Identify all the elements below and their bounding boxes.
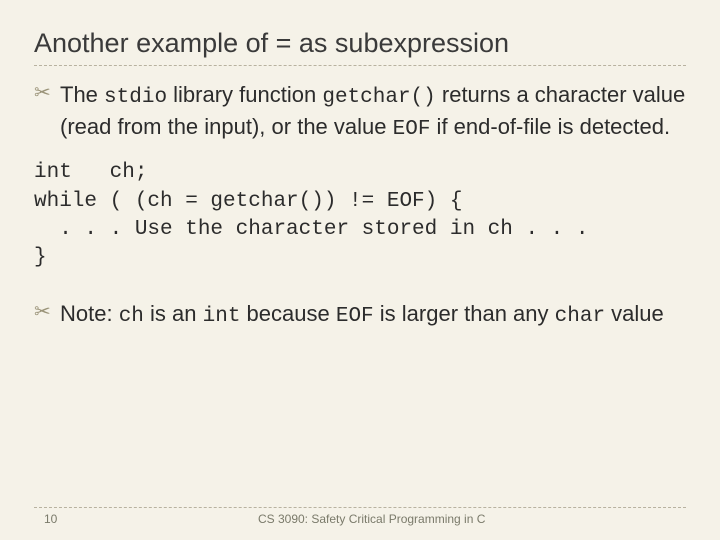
footer-text: CS 3090: Safety Critical Programming in … — [57, 512, 686, 526]
text-run: library function — [167, 82, 322, 107]
code-run: stdio — [104, 86, 167, 109]
slide-content: ✂ The stdio library function getchar() r… — [34, 80, 686, 331]
code-block: int ch; while ( (ch = getchar()) != EOF)… — [34, 159, 686, 272]
code-run: char — [555, 305, 605, 328]
title-divider — [34, 65, 686, 66]
slide-title: Another example of = as subexpression — [34, 28, 686, 59]
bullet-text: The stdio library function getchar() ret… — [60, 80, 686, 143]
footer-divider — [34, 507, 686, 508]
text-run: value — [605, 301, 664, 326]
code-run: ch — [119, 305, 144, 328]
text-run: Note: — [60, 301, 119, 326]
text-run: if end-of-file is detected. — [430, 114, 670, 139]
text-run: The — [60, 82, 104, 107]
scissors-icon: ✂ — [34, 299, 60, 331]
text-run: is an — [144, 301, 203, 326]
bullet-item: ✂ The stdio library function getchar() r… — [34, 80, 686, 143]
code-run: EOF — [393, 118, 431, 141]
code-run: EOF — [336, 305, 374, 328]
bullet-item: ✂ Note: ch is an int because EOF is larg… — [34, 299, 686, 331]
code-run: int — [203, 305, 241, 328]
page-number: 10 — [34, 512, 57, 526]
slide-footer: 10 CS 3090: Safety Critical Programming … — [34, 507, 686, 526]
slide: Another example of = as subexpression ✂ … — [0, 0, 720, 540]
text-run: because — [240, 301, 335, 326]
footer-row: 10 CS 3090: Safety Critical Programming … — [34, 512, 686, 526]
scissors-icon: ✂ — [34, 80, 60, 143]
bullet-text: Note: ch is an int because EOF is larger… — [60, 299, 686, 331]
code-run: getchar() — [322, 86, 435, 109]
text-run: is larger than any — [374, 301, 555, 326]
